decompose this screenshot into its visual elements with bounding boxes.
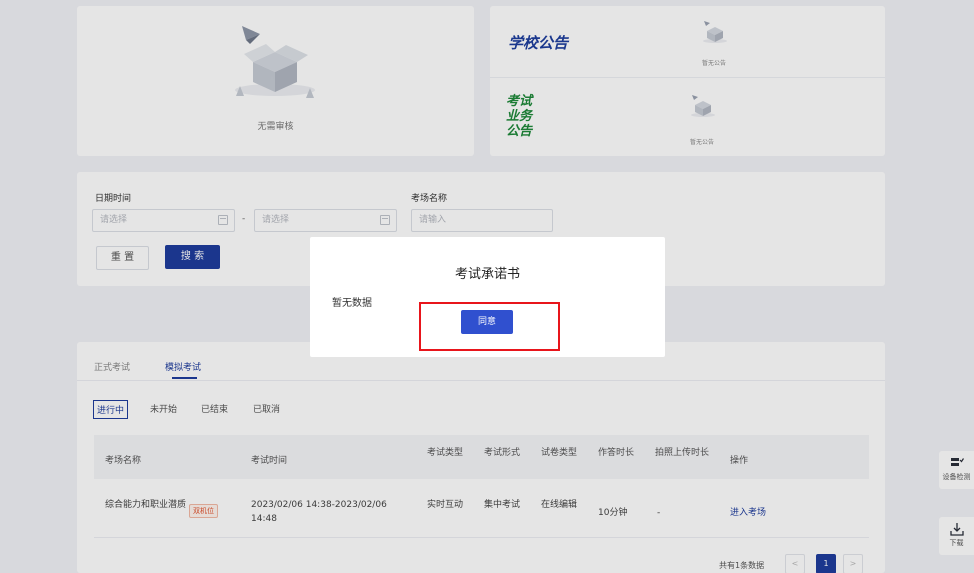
highlight-box xyxy=(419,302,560,351)
dialog-empty-text: 暂无数据 xyxy=(332,298,372,309)
dialog-title: 考试承诺书 xyxy=(454,267,520,282)
